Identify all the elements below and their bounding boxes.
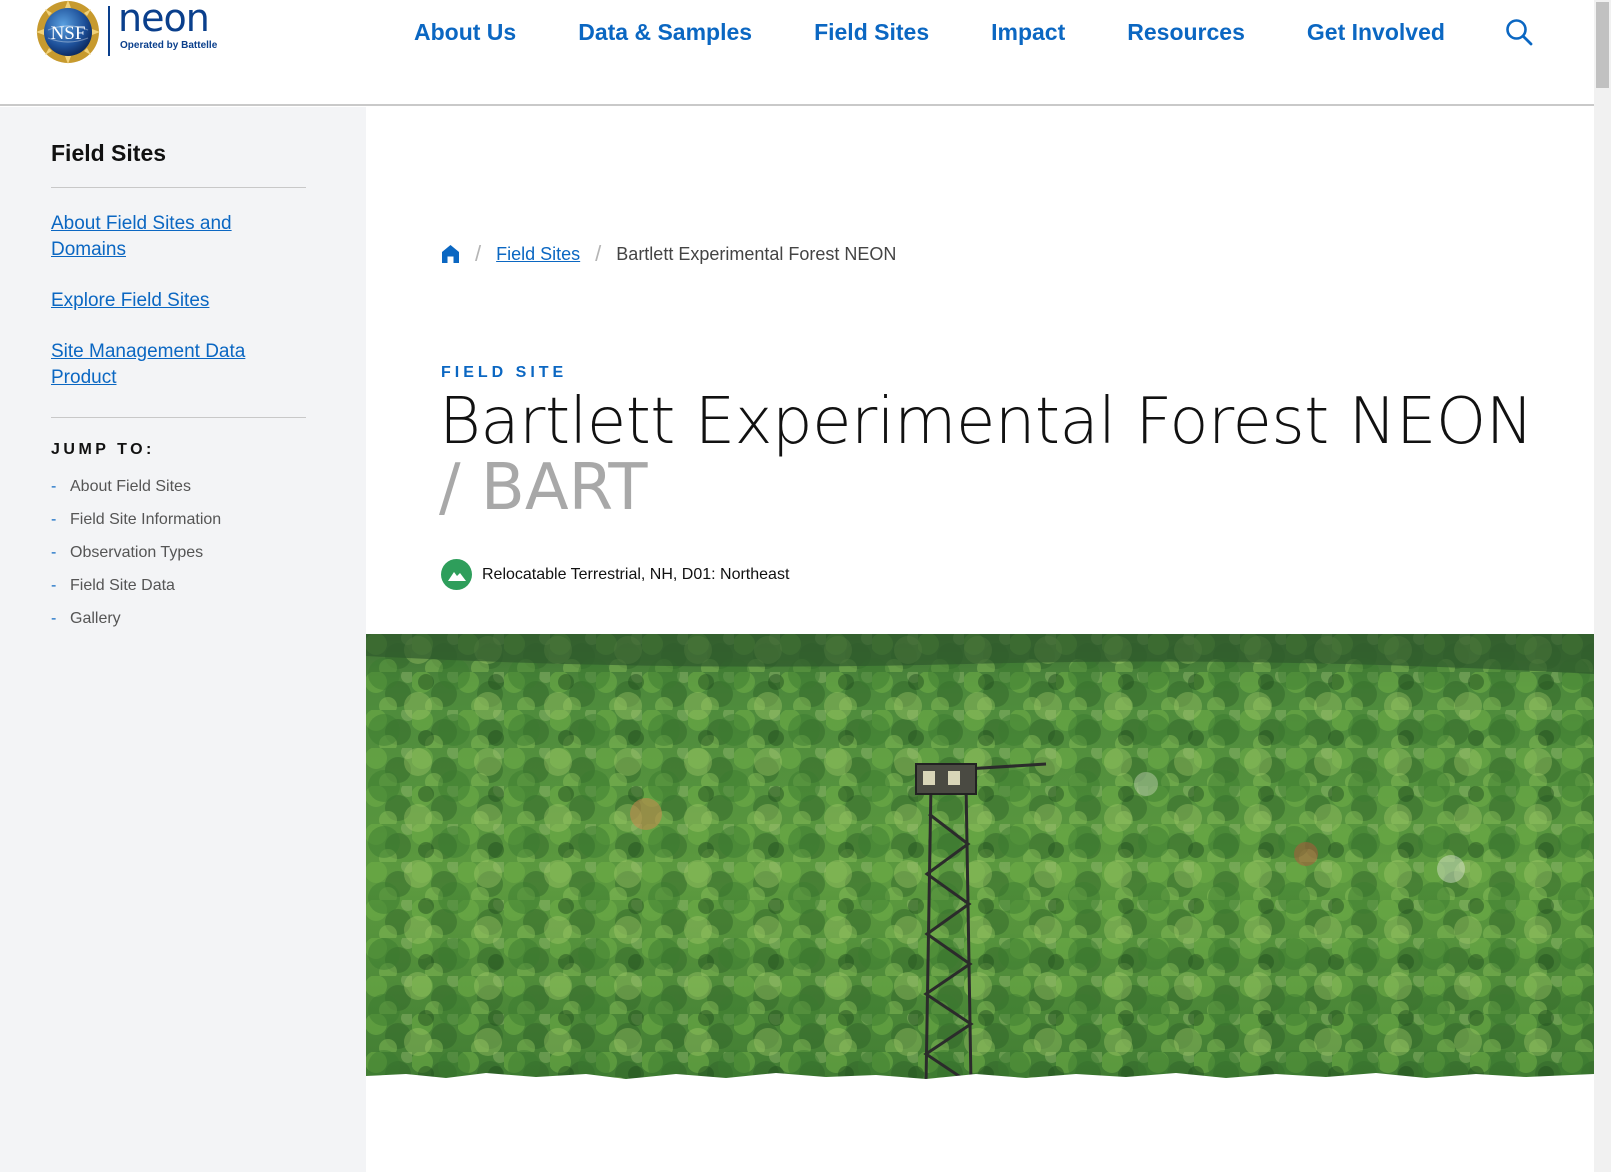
sidebar: Field Sites About Field Sites and Domain…	[0, 107, 366, 1172]
nav-resources[interactable]: Resources	[1127, 19, 1245, 46]
site-header: NSF neon Operated by Battelle About Us D…	[0, 0, 1594, 106]
breadcrumb-separator: /	[595, 241, 602, 266]
jump-item-about-field-sites[interactable]: - About Field Sites	[51, 470, 221, 503]
breadcrumb-link-field-sites[interactable]: Field Sites	[496, 244, 580, 265]
sidebar-link-site-management[interactable]: Site Management Data Product	[51, 339, 311, 391]
nav-data-samples[interactable]: Data & Samples	[578, 19, 752, 46]
sidebar-link-about-field-sites[interactable]: About Field Sites and Domains	[51, 211, 311, 263]
nav-about-us[interactable]: About Us	[414, 19, 516, 46]
nav-field-sites[interactable]: Field Sites	[814, 19, 929, 46]
neon-logo[interactable]: NSF neon Operated by Battelle	[36, 0, 218, 64]
page-title: Bartlett Experimental Forest NEON	[439, 385, 1534, 459]
mountain-icon	[441, 559, 472, 590]
jump-dash: -	[51, 544, 57, 561]
home-icon[interactable]	[441, 244, 460, 264]
svg-text:NSF: NSF	[51, 23, 86, 44]
page-eyebrow: FIELD SITE	[441, 364, 568, 381]
hero-forest-image	[366, 634, 1594, 1094]
neon-wordmark: neon	[118, 0, 210, 40]
breadcrumb-current: Bartlett Experimental Forest NEON	[616, 243, 897, 264]
jump-dash: -	[51, 577, 57, 594]
jump-item-label: Field Site Information	[70, 511, 222, 528]
nav-impact[interactable]: Impact	[991, 19, 1065, 46]
main-nav: About Us Data & Samples Field Sites Impa…	[414, 16, 1445, 48]
sidebar-title: Field Sites	[51, 140, 167, 166]
jump-dash: -	[51, 511, 57, 528]
scrollbar-thumb[interactable]	[1596, 2, 1609, 88]
sidebar-link-explore-field-sites[interactable]: Explore Field Sites	[51, 288, 311, 314]
jump-item-label: Field Site Data	[70, 577, 175, 594]
site-code: / BART	[439, 451, 648, 525]
breadcrumb-separator: /	[475, 241, 482, 266]
nav-get-involved[interactable]: Get Involved	[1307, 19, 1445, 46]
jump-item-label: Gallery	[70, 610, 121, 627]
jump-item-gallery[interactable]: - Gallery	[51, 602, 221, 635]
jump-to-list: - About Field Sites - Field Site Informati…	[51, 470, 221, 635]
sidebar-divider	[51, 417, 306, 418]
site-meta-text: Relocatable Terrestrial, NH, D01: Northe…	[482, 565, 790, 583]
jump-item-field-site-information[interactable]: - Field Site Information	[51, 503, 221, 536]
jump-item-label: Observation Types	[70, 544, 204, 561]
jump-item-label: About Field Sites	[70, 478, 191, 495]
jump-dash: -	[51, 610, 57, 627]
main-content: / Field Sites / Bartlett Experimental Fo…	[366, 107, 1594, 1172]
breadcrumb: / Field Sites / Bartlett Experimental Fo…	[441, 241, 896, 267]
search-icon[interactable]	[1504, 17, 1534, 47]
jump-to-heading: JUMP TO:	[51, 441, 155, 458]
logo-tagline: Operated by Battelle	[120, 40, 218, 51]
jump-item-observation-types[interactable]: - Observation Types	[51, 536, 221, 569]
jump-item-field-site-data[interactable]: - Field Site Data	[51, 569, 221, 602]
sidebar-divider	[51, 187, 306, 188]
logo-divider	[108, 6, 110, 56]
nsf-seal-icon: NSF	[36, 0, 100, 64]
page-scrollbar[interactable]	[1594, 0, 1611, 1172]
jump-dash: -	[51, 478, 57, 495]
site-meta: Relocatable Terrestrial, NH, D01: Northe…	[441, 559, 789, 590]
